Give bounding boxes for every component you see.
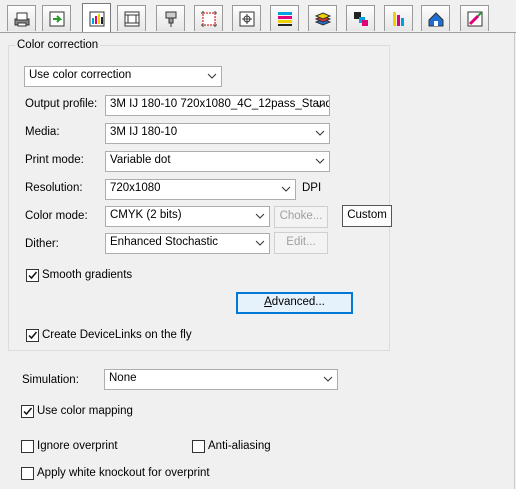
custom-button[interactable]: Custom <box>342 205 392 227</box>
tab-film-frame[interactable] <box>117 5 146 31</box>
dither-label: Dither: <box>25 238 59 250</box>
chevron-down-icon <box>315 130 325 136</box>
tab-color-picker[interactable] <box>460 5 489 31</box>
simulation-value: None <box>109 372 137 384</box>
tab-house-label[interactable] <box>421 5 450 31</box>
use-color-mapping-checkbox[interactable] <box>21 405 34 418</box>
color-picker-icon <box>467 11 482 26</box>
tab-color-bars[interactable] <box>270 5 299 31</box>
printer-settings-icon <box>14 12 29 26</box>
film-frame-icon <box>124 11 139 26</box>
registration-icon <box>239 11 254 26</box>
devicelinks-checkbox[interactable] <box>26 329 39 342</box>
checkmark-icon <box>23 407 33 416</box>
color-correction-icon <box>89 11 104 26</box>
refresh-media-icon <box>49 11 64 26</box>
simulation-label: Simulation: <box>22 374 79 386</box>
output-profile-select[interactable]: 3M IJ 180-10 720x1080_4C_12pass_Stand <box>105 95 330 116</box>
print-mode-select[interactable]: Variable dot <box>105 151 330 172</box>
tab-color-separation[interactable] <box>346 5 375 31</box>
chevron-down-icon <box>323 376 333 382</box>
print-mode-value: Variable dot <box>110 154 171 166</box>
house-label-icon <box>428 11 443 26</box>
devicelinks-label: Create DeviceLinks on the fly <box>42 329 192 341</box>
smooth-gradients-label: Smooth gradients <box>42 269 133 281</box>
media-value: 3M IJ 180-10 <box>110 126 178 138</box>
use-color-mapping-label: Use color mapping <box>37 405 133 417</box>
ignore-overprint-checkbox[interactable] <box>21 440 34 453</box>
toolbar <box>0 0 516 33</box>
resolution-unit: DPI <box>302 182 322 194</box>
chevron-down-icon <box>255 213 265 219</box>
dither-value: Enhanced Stochastic <box>110 236 219 248</box>
crop-marks-icon <box>200 10 217 27</box>
simulation-select[interactable]: None <box>104 369 338 390</box>
color-mode-value: CMYK (2 bits) <box>110 209 182 221</box>
tab-color-correction[interactable] <box>82 3 111 33</box>
checkmark-icon <box>28 271 38 280</box>
tab-nozzle[interactable] <box>156 5 185 31</box>
media-label: Media: <box>25 126 60 138</box>
edit-button[interactable]: Edit... <box>274 232 328 254</box>
resolution-label: Resolution: <box>25 182 83 194</box>
color-separation-icon <box>353 11 368 26</box>
output-profile-label: Output profile: <box>25 98 98 110</box>
resolution-value: 720x1080 <box>110 182 161 194</box>
white-knockout-checkbox[interactable] <box>21 467 34 480</box>
tab-layers[interactable] <box>308 5 337 31</box>
tab-registration[interactable] <box>232 5 261 31</box>
cmyk-bars-icon <box>392 11 404 26</box>
white-knockout-label: Apply white knockout for overprint <box>37 467 210 479</box>
chevron-down-icon <box>315 158 325 164</box>
layers-icon <box>314 11 331 26</box>
chevron-down-icon <box>255 240 265 246</box>
choke-button[interactable]: Choke... <box>274 206 328 228</box>
tab-printer-settings[interactable] <box>7 5 36 31</box>
color-bars-icon <box>277 11 292 26</box>
color-correction-mode-select[interactable]: Use color correction <box>24 66 222 87</box>
output-profile-value: 3M IJ 180-10 720x1080_4C_12pass_Stand <box>110 98 330 110</box>
color-correction-title: Color correction <box>15 39 101 51</box>
print-mode-label: Print mode: <box>25 154 84 166</box>
smooth-gradients-checkbox[interactable] <box>26 269 39 282</box>
anti-aliasing-label: Anti-aliasing <box>208 440 271 452</box>
chevron-down-icon <box>281 186 291 192</box>
media-select[interactable]: 3M IJ 180-10 <box>105 123 330 144</box>
chevron-down-icon <box>207 73 217 79</box>
dither-select[interactable]: Enhanced Stochastic <box>105 233 270 254</box>
color-mode-select[interactable]: CMYK (2 bits) <box>105 206 270 227</box>
anti-aliasing-checkbox[interactable] <box>192 440 205 453</box>
tab-cmyk-bars[interactable] <box>384 5 413 31</box>
checkmark-icon <box>28 331 38 340</box>
tab-crop-marks[interactable] <box>194 5 223 31</box>
tab-refresh-media[interactable] <box>42 5 71 31</box>
advanced-button[interactable]: Advanced... <box>236 292 353 314</box>
color-mode-label: Color mode: <box>25 210 88 222</box>
nozzle-icon <box>165 11 176 27</box>
resolution-select[interactable]: 720x1080 <box>105 179 296 200</box>
color-correction-mode-value: Use color correction <box>29 69 132 81</box>
chevron-down-icon <box>315 102 325 108</box>
ignore-overprint-label: Ignore overprint <box>37 440 118 452</box>
